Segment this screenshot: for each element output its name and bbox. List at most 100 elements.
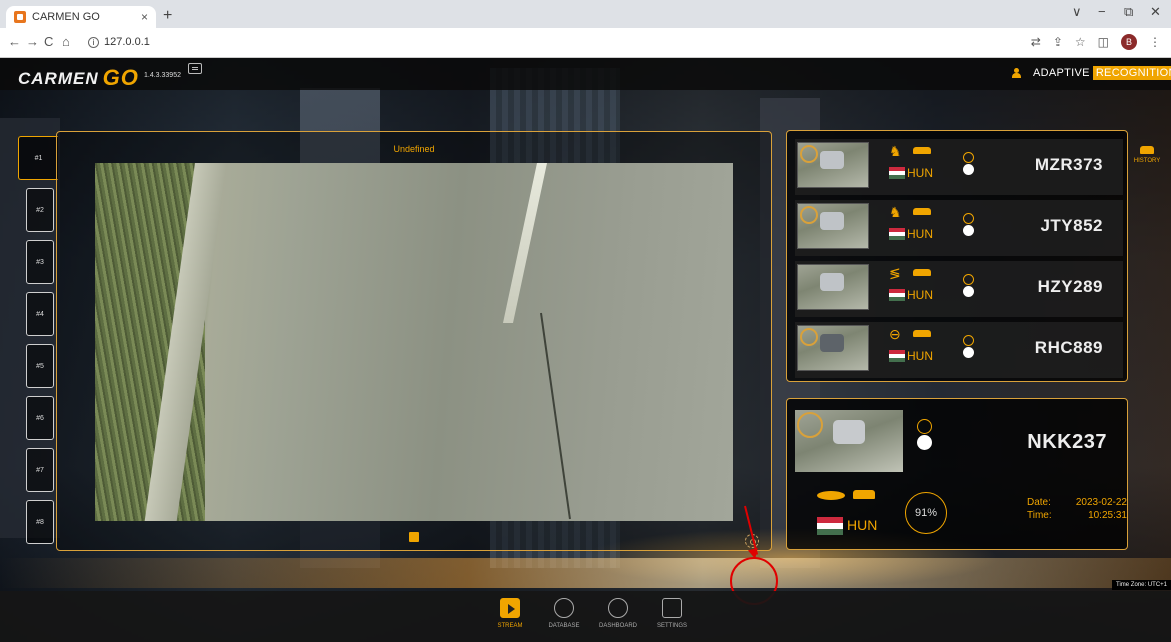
list-item[interactable]: ♞ HUN MZR373 xyxy=(795,139,1123,195)
nav-dashboard[interactable]: DASHBOARD xyxy=(598,598,638,629)
country-code: HUN xyxy=(907,166,933,180)
carmen-favicon-icon xyxy=(14,11,26,23)
history-car-icon xyxy=(1140,146,1154,154)
history-label: HISTORY xyxy=(1133,158,1161,164)
carmen-logo: CARMEN GO xyxy=(18,64,139,90)
country-code: HUN xyxy=(847,517,878,533)
version-label: 1.4.3.33952 xyxy=(144,72,181,79)
nav-label: DATABASE xyxy=(548,623,580,629)
minimize-button[interactable]: − xyxy=(1098,4,1106,19)
camera-video-feed[interactable] xyxy=(95,163,733,521)
suzuki-icon: ≶ xyxy=(889,265,901,281)
brand-adaptive: ADAPTIVE xyxy=(1033,67,1090,79)
bottom-navigation xyxy=(0,591,1171,642)
profile-avatar[interactable]: B xyxy=(1121,34,1137,50)
play-icon xyxy=(500,598,520,618)
home-icon[interactable]: ⌂ xyxy=(62,34,70,49)
camera-tab-4[interactable]: #4 xyxy=(26,292,54,336)
date-row: Date: 2023-02-22 xyxy=(1027,497,1127,508)
plate-number: MZR373 xyxy=(1034,155,1103,174)
back-icon[interactable]: ← xyxy=(8,34,21,49)
status-dots xyxy=(963,213,974,236)
hungary-flag-icon xyxy=(889,167,905,179)
camera-tab-7[interactable]: #7 xyxy=(26,448,54,492)
ford-icon xyxy=(817,491,845,500)
tab-close-icon[interactable]: × xyxy=(141,10,148,24)
list-item[interactable]: ♞ HUN JTY852 xyxy=(795,200,1123,256)
camera-tab-6[interactable]: #6 xyxy=(26,396,54,440)
nav-stream[interactable]: STREAM xyxy=(490,598,530,629)
time-row: Time: 10:25:31 xyxy=(1027,510,1127,521)
time-label: Time: xyxy=(1027,510,1052,521)
status-dots xyxy=(917,419,932,450)
vehicle-thumbnail xyxy=(797,203,869,249)
van-icon xyxy=(913,147,931,154)
menu-icon[interactable]: ⋮ xyxy=(1149,35,1161,49)
hungary-flag-icon xyxy=(889,289,905,301)
brand-recognition: RECOGNITION xyxy=(1092,66,1171,80)
vehicle-thumbnail xyxy=(797,142,869,188)
car-icon xyxy=(913,269,931,276)
plate-number: HZY289 xyxy=(1037,277,1103,296)
nav-database[interactable]: DATABASE xyxy=(544,598,584,629)
forward-icon[interactable]: → xyxy=(26,34,39,49)
reload-icon[interactable]: C xyxy=(44,34,53,49)
user-icon[interactable] xyxy=(1012,68,1021,78)
vehicle-thumbnail xyxy=(797,325,869,371)
status-dots xyxy=(963,335,974,358)
hungary-flag-icon xyxy=(889,228,905,240)
new-tab-button[interactable]: + xyxy=(163,8,172,24)
url-text: 127.0.0.1 xyxy=(104,36,150,48)
camera-tab-3[interactable]: #3 xyxy=(26,240,54,284)
logo-go: GO xyxy=(102,65,139,90)
stream-panel: Undefined xyxy=(56,131,772,551)
tab-title: CARMEN GO xyxy=(32,11,100,23)
country-code: HUN xyxy=(907,227,933,241)
settings-icon xyxy=(662,598,682,618)
peugeot-icon: ♞ xyxy=(889,204,902,220)
status-dots xyxy=(963,152,974,175)
car-icon xyxy=(853,490,875,499)
restore-button[interactable]: ⧉ xyxy=(1124,4,1133,20)
list-item[interactable]: ≶ HUN HZY289 xyxy=(795,261,1123,317)
translate-icon[interactable]: ⇄ xyxy=(1031,35,1041,49)
hungary-flag-icon xyxy=(889,350,905,362)
camera-tab-2[interactable]: #2 xyxy=(26,188,54,232)
nav-label: DASHBOARD xyxy=(598,623,637,629)
vehicle-thumbnail xyxy=(797,264,869,310)
vehicle-image[interactable] xyxy=(795,410,903,472)
camera-tab-8[interactable]: #8 xyxy=(26,500,54,544)
nav-settings[interactable]: SETTINGS xyxy=(652,598,692,629)
tab-search-icon[interactable]: ∨ xyxy=(1072,4,1082,20)
close-window-button[interactable]: ✕ xyxy=(1150,4,1161,20)
bookmark-star-icon[interactable]: ☆ xyxy=(1075,35,1086,49)
plate-number: RHC889 xyxy=(1034,338,1103,357)
site-info-icon[interactable]: i xyxy=(88,37,99,48)
country-code: HUN xyxy=(907,288,933,302)
history-button[interactable]: HISTORY xyxy=(1132,144,1162,182)
share-icon[interactable]: ⇪ xyxy=(1053,35,1063,49)
hungary-flag-icon xyxy=(817,517,843,535)
nav-label: SETTINGS xyxy=(656,623,687,629)
date-label: Date: xyxy=(1027,497,1051,508)
browser-tab[interactable]: CARMEN GO × xyxy=(6,6,156,28)
url-field[interactable]: i 127.0.0.1 xyxy=(88,36,150,48)
database-icon xyxy=(554,598,574,618)
country-code: HUN xyxy=(907,349,933,363)
address-bar: ← → C ⌂ i 127.0.0.1 ⇄ ⇪ ☆ ◫ B ⋮ xyxy=(0,28,1171,58)
dashboard-icon xyxy=(608,598,628,618)
plate-number: JTY852 xyxy=(1040,216,1103,235)
camera-tab-5[interactable]: #5 xyxy=(26,344,54,388)
status-dots xyxy=(963,274,974,297)
latest-read-detail: NKK237 91% HUN Date: 2023-02-22 Time: 10… xyxy=(786,398,1128,550)
confidence-gauge: 91% xyxy=(905,492,947,534)
van-icon xyxy=(913,330,931,337)
app-header: CARMEN GO 1.4.3.33952 ADAPTIVE RECOGNITIO… xyxy=(0,58,1171,90)
nav-label: STREAM xyxy=(497,623,523,629)
sidebar-icon[interactable]: ◫ xyxy=(1098,35,1109,49)
list-item[interactable]: ⊖ HUN RHC889 xyxy=(795,322,1123,378)
camera-tab-1[interactable]: #1 xyxy=(18,136,58,180)
chat-icon[interactable] xyxy=(188,63,202,74)
browser-tab-bar: CARMEN GO × + ∨ − ⧉ ✕ xyxy=(0,0,1171,28)
logo-text: CARMEN xyxy=(18,69,99,88)
